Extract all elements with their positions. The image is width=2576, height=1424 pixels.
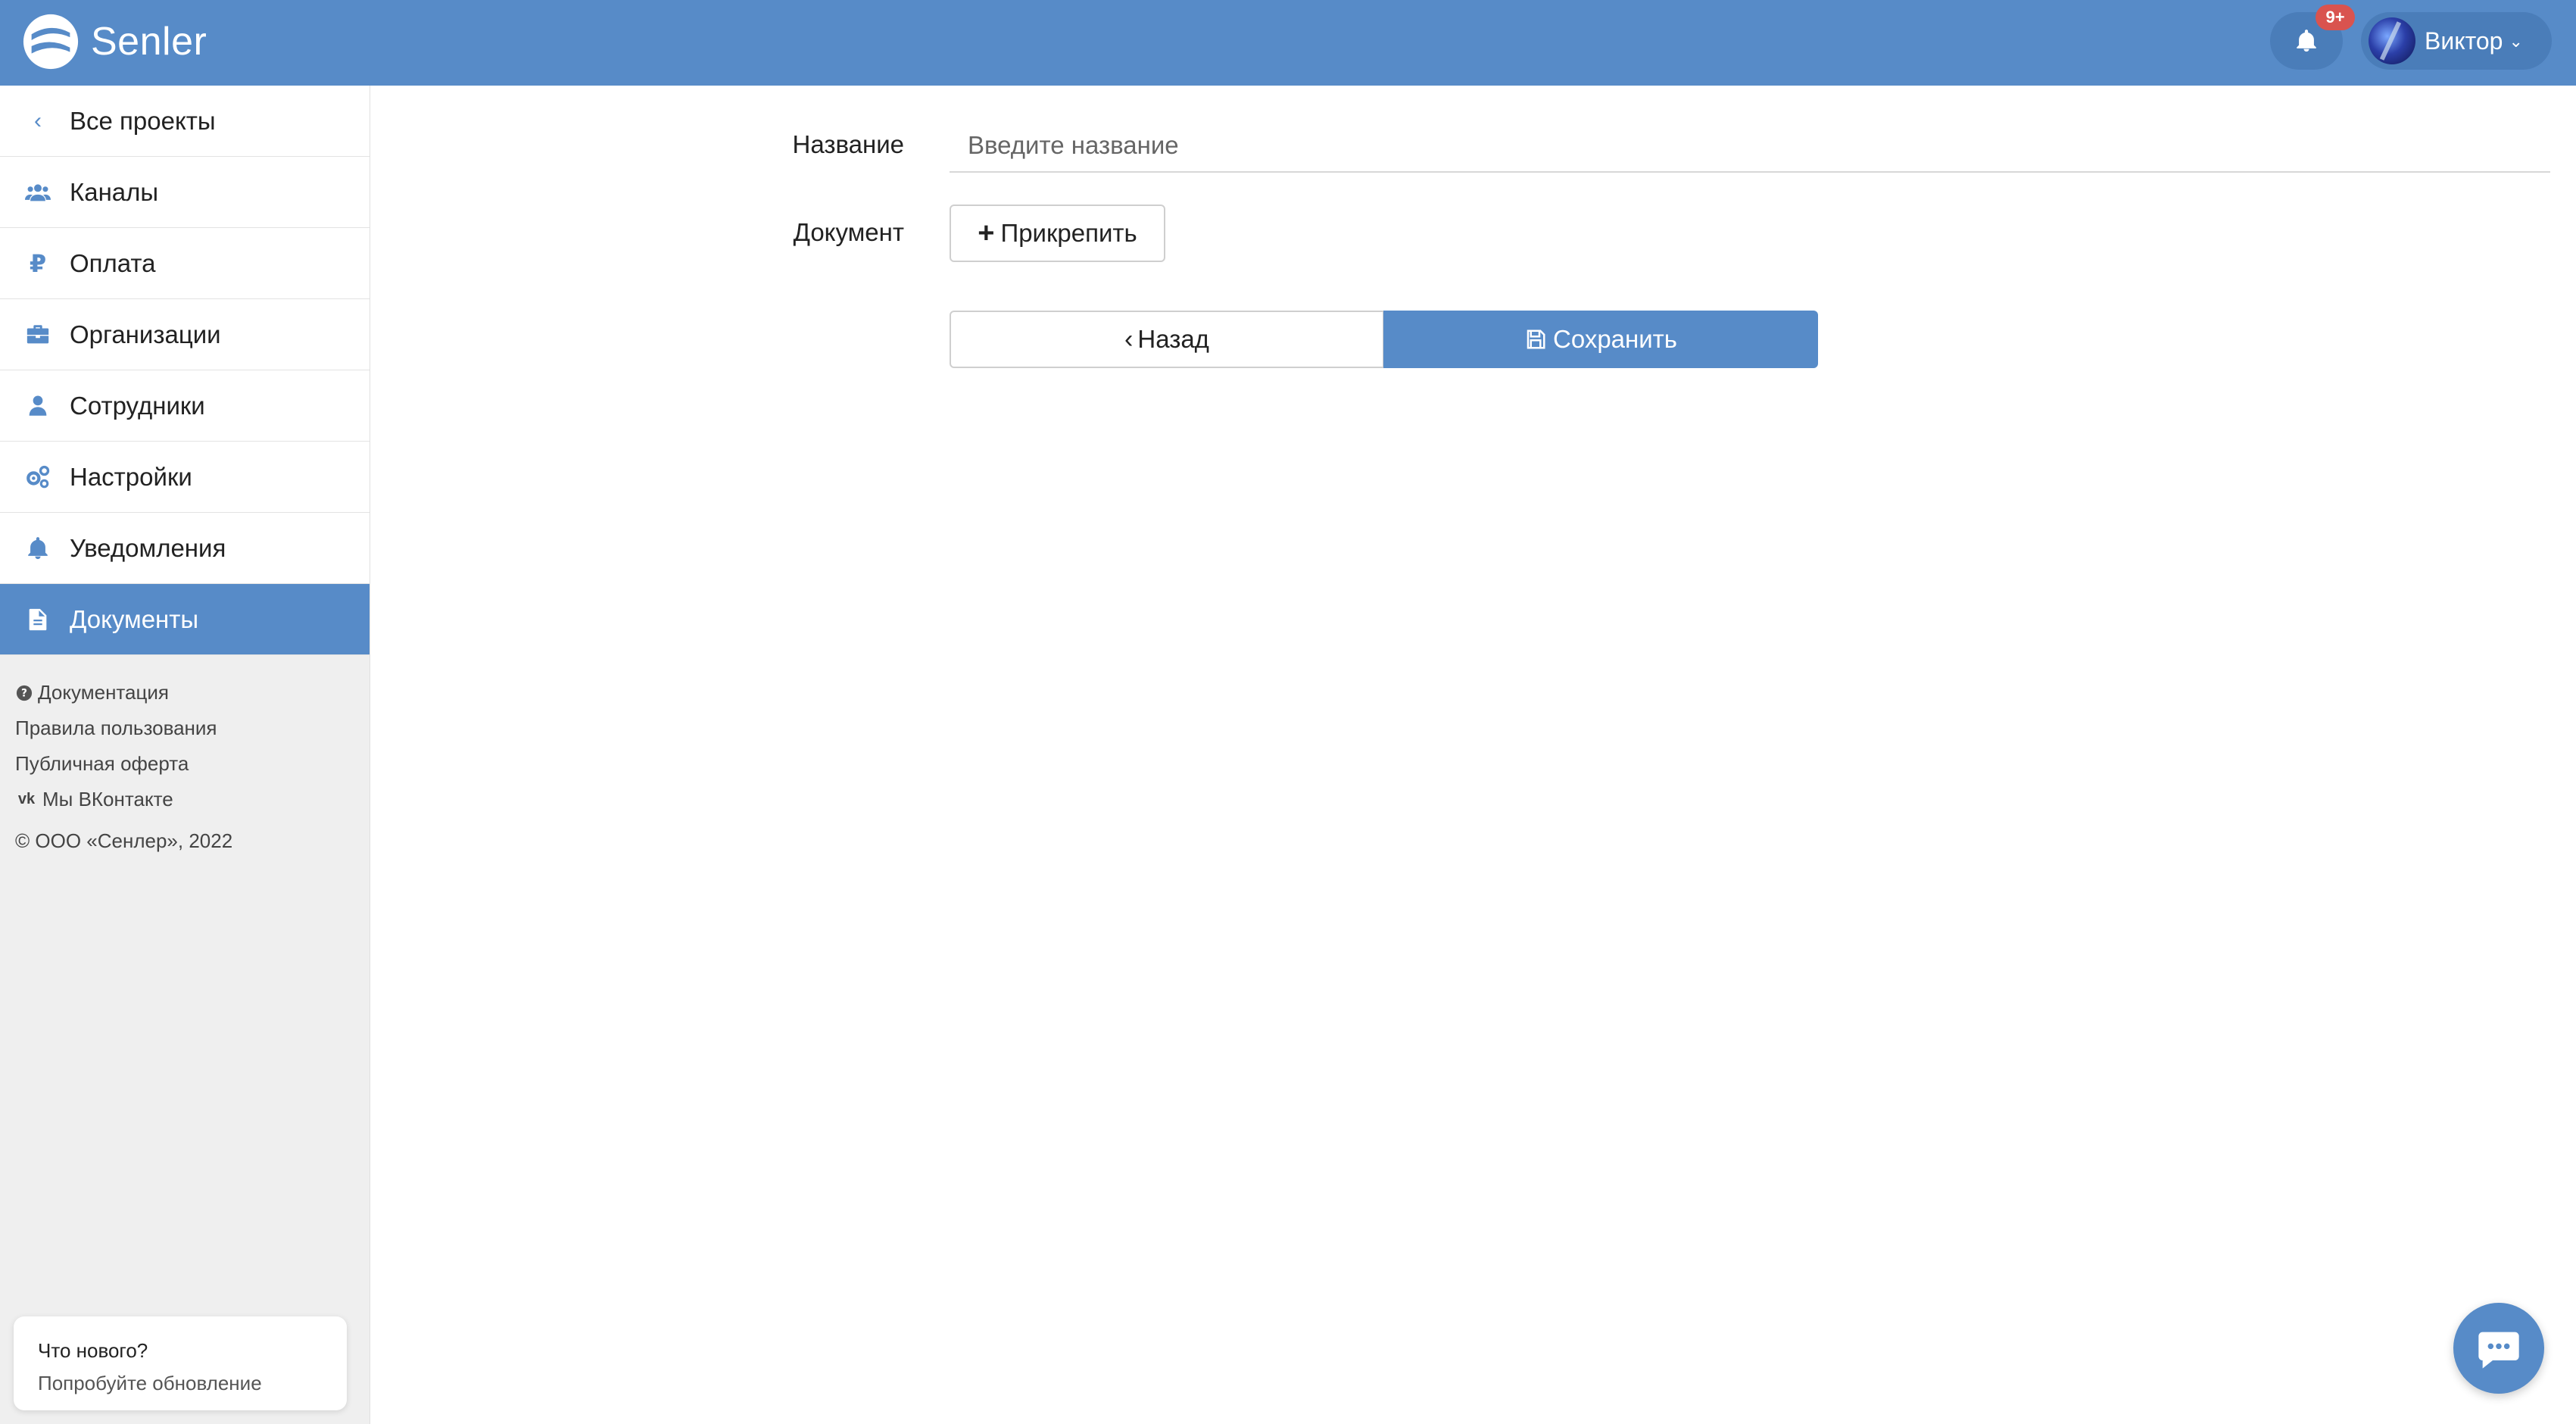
avatar (2369, 17, 2415, 64)
users-icon (24, 179, 51, 206)
save-button-label: Сохранить (1553, 325, 1677, 353)
sidebar-item-label: Документы (70, 604, 199, 633)
notifications-badge: 9+ (2316, 5, 2355, 30)
user-icon (24, 392, 51, 420)
whats-new-subtitle: Попробуйте обновление (38, 1372, 262, 1394)
whats-new-title: Что нового? (38, 1339, 148, 1362)
sidebar-item-settings[interactable]: Настройки (0, 442, 370, 513)
copyright: © ООО «Сенлер», 2022 (15, 829, 233, 852)
sidebar-item-channels[interactable]: Каналы (0, 157, 370, 228)
sidebar-item-label: Организации (70, 320, 221, 348)
ruble-icon: ₽ (29, 249, 47, 277)
attach-button[interactable]: + Прикрепить (950, 205, 1165, 262)
documentation-link[interactable]: ? Документация (15, 675, 370, 710)
name-label: Название (792, 130, 904, 158)
back-button-label: Назад (1137, 325, 1209, 353)
attach-button-label: Прикрепить (1000, 219, 1137, 247)
sidebar-item-employees[interactable]: Сотрудники (0, 370, 370, 442)
vk-link[interactable]: vk Мы ВКонтакте (15, 782, 370, 817)
floppy-disk-icon (1527, 329, 1545, 349)
brand-name: Senler (91, 20, 207, 64)
senler-logo-icon (23, 14, 79, 70)
gears-icon (24, 464, 51, 491)
public-offer-link[interactable]: Публичная оферта (15, 746, 370, 782)
svg-text:?: ? (21, 687, 27, 699)
sidebar-item-label: Все проекты (70, 106, 216, 135)
terms-link[interactable]: Правила пользования (15, 710, 370, 746)
document-label: Документ (793, 218, 904, 246)
whats-new-card[interactable]: Что нового? Попробуйте обновление (14, 1316, 347, 1410)
sidebar-item-label: Оплата (70, 248, 156, 277)
sidebar-item-organizations[interactable]: Организации (0, 299, 370, 370)
chevron-left-icon: ‹ (34, 108, 42, 133)
bell-icon (2297, 30, 2316, 52)
plus-icon: + (978, 217, 995, 249)
chat-button[interactable] (2453, 1303, 2544, 1394)
save-button[interactable]: Сохранить (1383, 311, 1818, 368)
question-circle-icon: ? (15, 684, 33, 702)
sidebar-item-all-projects[interactable]: ‹ Все проекты (0, 86, 370, 157)
sidebar-item-documents[interactable]: Документы (0, 584, 370, 655)
chevron-left-icon: ‹ (1124, 324, 1134, 354)
sidebar-item-notifications[interactable]: Уведомления (0, 513, 370, 584)
vk-icon: vk (17, 791, 36, 807)
user-menu-button[interactable]: Виктор ⌄ (2361, 12, 2552, 70)
chevron-down-icon: ⌄ (2509, 32, 2523, 51)
brand-logo[interactable]: Senler (21, 12, 207, 71)
sidebar: ‹ Все проекты Каналы ₽ Оплата Организаци… (0, 86, 370, 1424)
sidebar-footer-links: ? Документация Правила пользования Публи… (0, 655, 370, 859)
back-button[interactable]: ‹ Назад (950, 311, 1384, 368)
chat-bubble-icon (2478, 1332, 2519, 1369)
sidebar-item-payment[interactable]: ₽ Оплата (0, 228, 370, 299)
sidebar-item-label: Сотрудники (70, 391, 205, 420)
top-header: Senler 9+ Виктор ⌄ (0, 0, 2576, 86)
user-name: Виктор (2425, 27, 2503, 55)
documentation-link-label: Документация (38, 681, 169, 704)
vk-link-label: Мы ВКонтакте (42, 788, 173, 810)
sidebar-item-label: Настройки (70, 462, 192, 491)
bell-icon (24, 535, 51, 562)
name-input[interactable] (950, 120, 2550, 173)
sidebar-item-label: Уведомления (70, 533, 226, 562)
document-icon (24, 606, 51, 633)
sidebar-item-label: Каналы (70, 177, 159, 206)
briefcase-icon (24, 321, 51, 348)
